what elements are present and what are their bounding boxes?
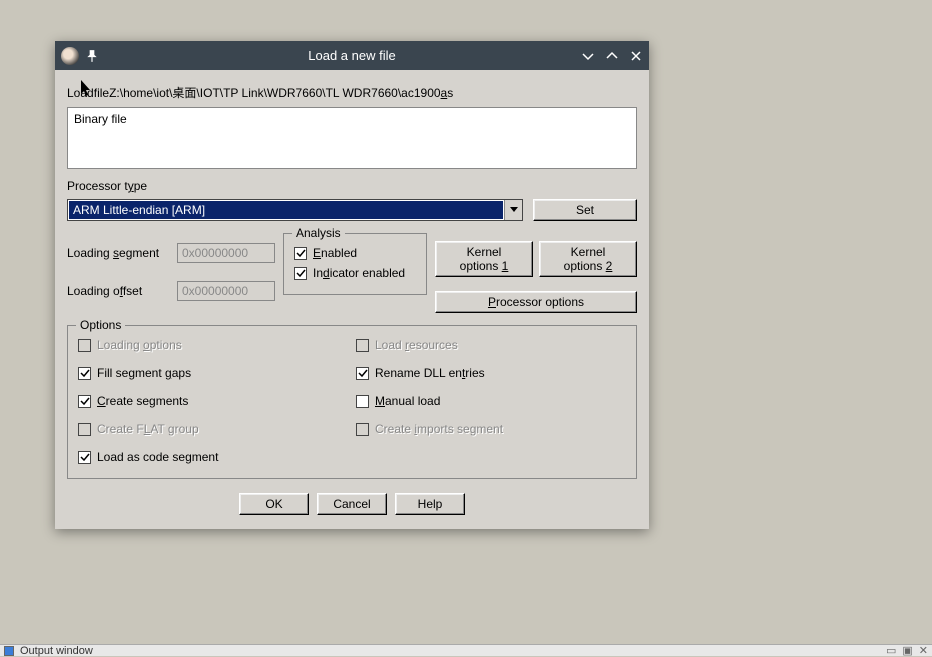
output-window-icon xyxy=(4,646,14,656)
panel-close-icon[interactable]: ✕ xyxy=(919,644,928,657)
create-segments-label: Create segments xyxy=(97,394,188,408)
processor-type-value: ARM Little-endian [ARM] xyxy=(69,201,503,219)
processor-type-combo[interactable]: ARM Little-endian [ARM] xyxy=(67,199,523,221)
app-icon xyxy=(61,47,79,65)
file-type-item[interactable]: Binary file xyxy=(74,112,630,126)
kernel-options-2-button[interactable]: Kernel options 2 xyxy=(539,241,637,277)
analysis-enabled-label: Enabled xyxy=(313,246,357,260)
status-bar: Output window ▭ ▣ ✕ xyxy=(0,644,932,656)
load-file-dialog: Load a new file Loa d file Z:\home\iot\桌… xyxy=(55,41,649,529)
loading-options-checkbox[interactable] xyxy=(78,339,91,352)
analysis-group: Analysis Enabled Indicator enabled xyxy=(283,233,427,295)
processor-options-button[interactable]: Processor options xyxy=(435,291,637,313)
ok-button[interactable]: OK xyxy=(239,493,309,515)
panel-maximize-icon[interactable]: ▣ xyxy=(902,644,912,657)
cursor-icon xyxy=(81,80,93,98)
rename-dll-entries-checkbox[interactable] xyxy=(356,367,369,380)
pin-icon[interactable] xyxy=(85,49,99,63)
cancel-button[interactable]: Cancel xyxy=(317,493,387,515)
rename-dll-entries-label: Rename DLL entries xyxy=(375,366,485,380)
loading-offset-input[interactable] xyxy=(177,281,275,301)
create-imports-segment-label: Create imports segment xyxy=(375,422,503,436)
options-group: Options Loading options Load resources F… xyxy=(67,325,637,479)
load-resources-label: Load resources xyxy=(375,338,458,352)
file-path-row: Loa d file Z:\home\iot\桌面\IOT\TP Link\WD… xyxy=(67,84,637,101)
file-path-text: Z:\home\iot\桌面\IOT\TP Link\WDR7660\TL WD… xyxy=(109,84,440,101)
close-icon[interactable] xyxy=(629,49,643,63)
kernel-options-1-button[interactable]: Kernel options 1 xyxy=(435,241,533,277)
maximize-icon[interactable] xyxy=(605,49,619,63)
window-title: Load a new file xyxy=(55,48,649,63)
create-imports-segment-checkbox[interactable] xyxy=(356,423,369,436)
output-window-label[interactable]: Output window xyxy=(20,645,93,657)
indicator-enabled-label: Indicator enabled xyxy=(313,266,405,280)
minimize-icon[interactable] xyxy=(581,49,595,63)
fill-segment-gaps-checkbox[interactable] xyxy=(78,367,91,380)
manual-load-label: Manual load xyxy=(375,394,440,408)
file-type-list[interactable]: Binary file xyxy=(67,107,637,169)
panel-restore-icon[interactable]: ▭ xyxy=(886,644,896,657)
titlebar[interactable]: Load a new file xyxy=(55,41,649,70)
loading-options-label: Loading options xyxy=(97,338,182,352)
loading-offset-label: Loading offset xyxy=(67,284,171,298)
set-button[interactable]: Set xyxy=(533,199,637,221)
loading-segment-input[interactable] xyxy=(177,243,275,263)
indicator-enabled-checkbox[interactable] xyxy=(294,267,307,280)
load-as-code-segment-label: Load as code segment xyxy=(97,450,218,464)
create-flat-group-label: Create FLAT group xyxy=(97,422,199,436)
processor-type-label: Processor type xyxy=(67,179,637,193)
create-flat-group-checkbox[interactable] xyxy=(78,423,91,436)
loading-segment-label: Loading segment xyxy=(67,246,171,260)
load-resources-checkbox[interactable] xyxy=(356,339,369,352)
options-legend: Options xyxy=(76,318,125,332)
fill-segment-gaps-label: Fill segment gaps xyxy=(97,366,191,380)
manual-load-checkbox[interactable] xyxy=(356,395,369,408)
analysis-enabled-checkbox[interactable] xyxy=(294,247,307,260)
create-segments-checkbox[interactable] xyxy=(78,395,91,408)
analysis-legend: Analysis xyxy=(292,226,345,240)
combo-dropdown-button[interactable] xyxy=(504,200,522,220)
help-button[interactable]: Help xyxy=(395,493,465,515)
load-as-code-segment-checkbox[interactable] xyxy=(78,451,91,464)
chevron-down-icon xyxy=(510,207,518,213)
